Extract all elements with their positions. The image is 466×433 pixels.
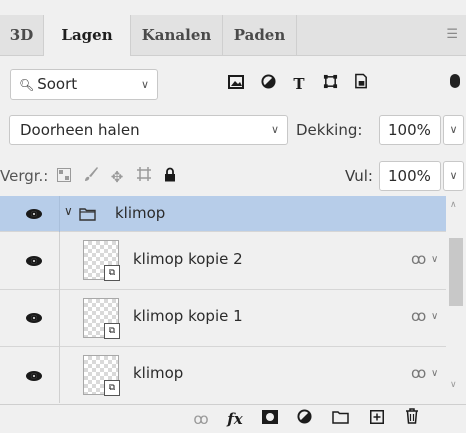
chevron-down-icon[interactable]: ∨ bbox=[64, 204, 73, 218]
layer-thumbnail: ⧉ bbox=[83, 240, 120, 281]
filter-kind-label: Soort bbox=[37, 75, 78, 93]
blend-mode-value: Doorheen halen bbox=[20, 121, 140, 139]
visibility-eye-icon[interactable] bbox=[26, 313, 42, 323]
smart-object-badge-icon: ⧉ bbox=[104, 265, 120, 281]
link-icon[interactable]: ꝏ bbox=[189, 408, 213, 430]
layer-name: klimop kopie 1 bbox=[133, 307, 243, 325]
smart-object-badge-icon: ⧉ bbox=[104, 323, 120, 339]
chevron-down-icon[interactable]: ∨ bbox=[431, 254, 438, 265]
fill-dropdown-button[interactable]: ∨ bbox=[443, 161, 464, 191]
warp-link-icon[interactable]: ꝏ bbox=[411, 364, 426, 382]
scroll-up-icon[interactable]: ∧ bbox=[450, 200, 457, 210]
layer-name: klimop bbox=[115, 204, 166, 222]
lock-position-move-icon[interactable]: ✥ bbox=[106, 165, 128, 189]
lock-row: Vergr.: ✥ Vul: 100% ∨ bbox=[0, 155, 466, 201]
blend-row: Doorheen halen ∨ Dekking: 100% ∨ bbox=[0, 112, 466, 158]
panel-menu-icon[interactable]: ☰ bbox=[446, 15, 458, 55]
lock-transparency-icon[interactable] bbox=[53, 165, 75, 189]
chevron-down-icon[interactable]: ∨ bbox=[431, 311, 438, 322]
visibility-eye-icon[interactable] bbox=[26, 256, 42, 266]
layer-row[interactable]: ⧉ klimop kopie 1 ꝏ ∨ bbox=[0, 290, 446, 347]
filter-kind-select[interactable]: 🔍︎ Soort ∨ bbox=[10, 69, 158, 100]
opacity-input[interactable]: 100% bbox=[379, 115, 441, 145]
layer-row[interactable]: ⧉ klimop kopie 2 ꝏ ∨ bbox=[0, 232, 446, 290]
new-layer-icon[interactable] bbox=[365, 408, 389, 430]
adjustment-icon[interactable] bbox=[292, 408, 316, 430]
trash-icon[interactable] bbox=[400, 408, 424, 430]
layers-bottom-toolbar: ꝏ fx bbox=[0, 404, 466, 433]
fill-value: 100% bbox=[388, 167, 431, 185]
fill-input[interactable]: 100% bbox=[379, 161, 441, 191]
lock-pixels-brush-icon[interactable] bbox=[80, 165, 102, 189]
filter-toggle-switch[interactable] bbox=[450, 74, 460, 88]
opacity-label: Dekking: bbox=[296, 121, 363, 139]
tab-lagen[interactable]: Lagen bbox=[44, 15, 131, 56]
lock-label: Vergr.: bbox=[0, 167, 49, 185]
tab-kanalen[interactable]: Kanalen bbox=[131, 15, 223, 55]
chevron-down-icon[interactable]: ∨ bbox=[431, 368, 438, 379]
opacity-dropdown-button[interactable]: ∨ bbox=[443, 115, 464, 145]
row-divider bbox=[59, 347, 60, 403]
smart-object-filter-icon[interactable] bbox=[348, 70, 374, 98]
layer-name: klimop kopie 2 bbox=[133, 250, 243, 268]
fill-label: Vul: bbox=[345, 167, 373, 185]
shape-filter-icon[interactable] bbox=[317, 70, 343, 98]
layer-thumbnail: ⧉ bbox=[83, 355, 120, 396]
type-filter-icon[interactable]: T bbox=[286, 70, 312, 98]
layer-row-group[interactable]: ∨ klimop bbox=[0, 196, 446, 232]
warp-link-icon[interactable]: ꝏ bbox=[411, 250, 426, 268]
opacity-value: 100% bbox=[388, 121, 431, 139]
mask-icon[interactable] bbox=[258, 408, 282, 430]
row-divider bbox=[59, 290, 60, 347]
fx-icon[interactable]: fx bbox=[223, 408, 247, 430]
layers-panel: 3D Lagen Kanalen Paden ☰ 🔍︎ Soort ∨ T Doo… bbox=[0, 0, 466, 433]
image-filter-icon[interactable] bbox=[223, 70, 249, 98]
search-icon: 🔍︎ bbox=[19, 78, 35, 92]
tab-paden[interactable]: Paden bbox=[223, 15, 297, 55]
blend-mode-select[interactable]: Doorheen halen ∨ bbox=[9, 115, 288, 145]
visibility-eye-icon[interactable] bbox=[26, 209, 42, 219]
lock-artboard-icon[interactable] bbox=[133, 165, 155, 189]
lock-all-icon[interactable] bbox=[159, 165, 181, 189]
layer-row[interactable]: ⧉ klimop ꝏ ∨ bbox=[0, 347, 446, 403]
smart-object-badge-icon: ⧉ bbox=[104, 380, 120, 396]
layer-name: klimop bbox=[133, 364, 184, 382]
warp-link-icon[interactable]: ꝏ bbox=[411, 307, 426, 325]
visibility-eye-icon[interactable] bbox=[26, 371, 42, 381]
row-divider bbox=[59, 232, 60, 290]
layer-list: ∨ klimop ⧉ klimop kopie 2 ꝏ ∨ ⧉ klimop k… bbox=[0, 196, 466, 403]
tab-3d[interactable]: 3D bbox=[0, 15, 44, 55]
layer-thumbnail: ⧉ bbox=[83, 298, 120, 339]
filter-row: 🔍︎ Soort ∨ T bbox=[0, 56, 466, 114]
folder-icon bbox=[79, 206, 96, 225]
adjustment-filter-icon[interactable] bbox=[255, 70, 281, 98]
scroll-down-icon[interactable]: ∨ bbox=[450, 380, 457, 390]
scrollbar-thumb[interactable] bbox=[449, 238, 463, 306]
row-divider bbox=[59, 196, 60, 232]
chevron-down-icon: ∨ bbox=[140, 78, 149, 91]
folder-icon[interactable] bbox=[328, 408, 352, 430]
panel-tab-bar: 3D Lagen Kanalen Paden ☰ bbox=[0, 15, 466, 56]
chevron-down-icon: ∨ bbox=[270, 123, 279, 136]
